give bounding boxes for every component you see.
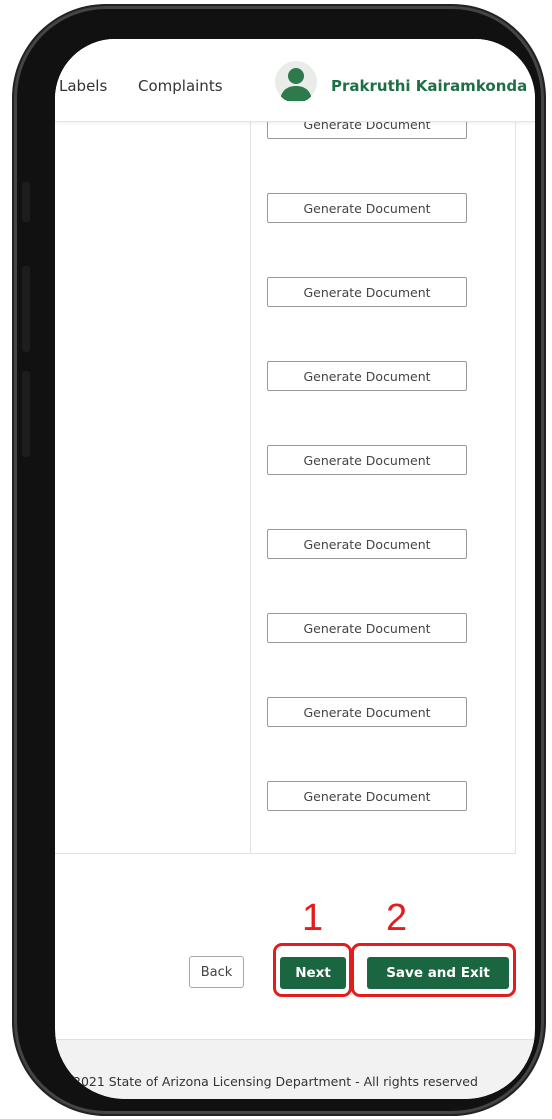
highlight-save-box	[351, 943, 516, 997]
document-list-panel: Generate Document Generate Document Gene…	[55, 109, 516, 854]
footer-bar	[55, 1039, 535, 1099]
phone-side-button	[22, 182, 30, 222]
generate-document-button[interactable]: Generate Document	[267, 445, 467, 475]
user-name[interactable]: Prakruthi Kairamkonda	[331, 77, 527, 95]
top-nav-bar: Labels Complaints Prakruthi Kairamkonda	[55, 39, 535, 122]
generate-document-button[interactable]: Generate Document	[267, 361, 467, 391]
highlight-next-box	[273, 943, 352, 997]
phone-frame: Labels Complaints Prakruthi Kairamkonda …	[14, 6, 544, 1114]
copyright-text: 2021 State of Arizona Licensing Departme…	[73, 1074, 478, 1089]
annotation-marker-2: 2	[386, 897, 408, 939]
app-screen: Labels Complaints Prakruthi Kairamkonda …	[55, 39, 535, 1099]
generate-document-button[interactable]: Generate Document	[267, 697, 467, 727]
column-divider	[250, 121, 251, 853]
generate-document-button[interactable]: Generate Document	[267, 781, 467, 811]
back-button[interactable]: Back	[189, 956, 244, 988]
nav-complaints-link[interactable]: Complaints	[138, 77, 223, 95]
annotation-marker-1: 1	[302, 897, 324, 939]
phone-side-button	[22, 266, 30, 352]
phone-side-button	[22, 371, 30, 457]
generate-document-button[interactable]: Generate Document	[267, 529, 467, 559]
user-avatar-icon[interactable]	[275, 61, 317, 103]
nav-labels-link[interactable]: Labels	[59, 77, 107, 95]
generate-document-button[interactable]: Generate Document	[267, 193, 467, 223]
generate-document-button[interactable]: Generate Document	[267, 277, 467, 307]
generate-document-button[interactable]: Generate Document	[267, 613, 467, 643]
